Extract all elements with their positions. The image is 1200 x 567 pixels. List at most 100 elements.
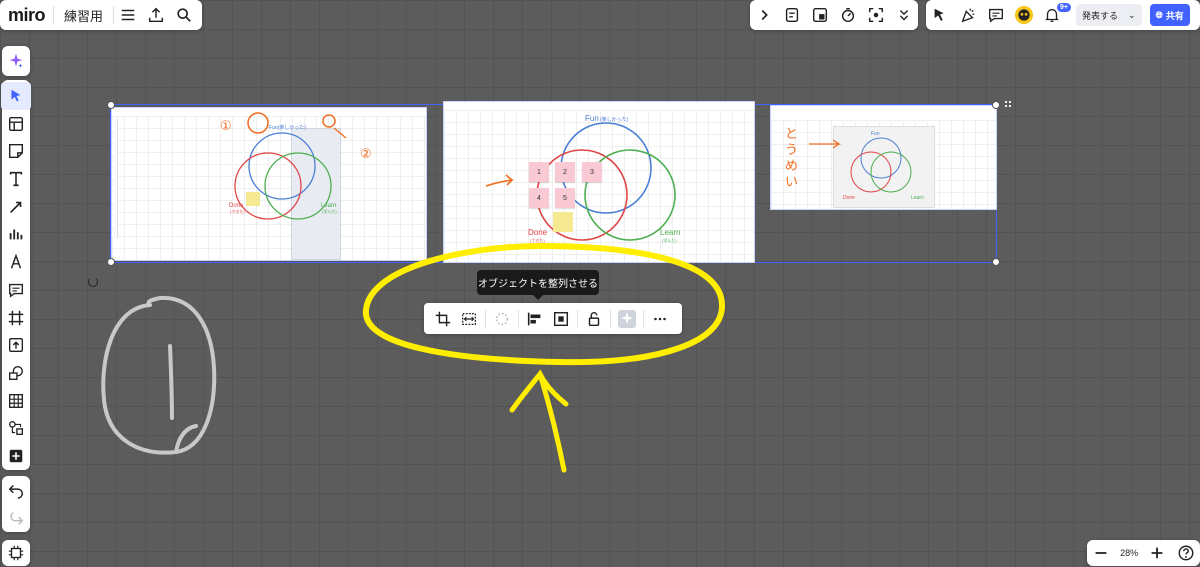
resize-handle[interactable] — [992, 258, 1000, 266]
done-sub-label: (できた) — [230, 209, 245, 214]
zoom-panel: 28% — [1087, 540, 1200, 566]
context-toolbar — [424, 303, 682, 334]
board-frame-2[interactable]: Fun (楽しかった) 1 2 3 4 5 Done (できた) Learn (… — [443, 101, 755, 263]
gray-circle-annotation — [101, 295, 217, 455]
search-icon[interactable] — [170, 1, 198, 29]
sticky-note[interactable]: 1 — [529, 162, 549, 182]
more-icon[interactable] — [647, 305, 673, 333]
yellow-arrow-annotation — [509, 369, 569, 473]
focus-icon[interactable] — [862, 1, 890, 29]
frames-panel — [2, 540, 30, 566]
select-tool-icon[interactable] — [1, 82, 31, 110]
sticky-note[interactable]: 3 — [582, 162, 602, 182]
frame-icon[interactable] — [806, 1, 834, 29]
text-icon[interactable] — [1, 165, 31, 193]
done-label: Done — [528, 228, 548, 237]
fun-label: Fun(楽しかった) — [269, 125, 306, 131]
left-toolbar — [1, 80, 31, 470]
cursor-icon[interactable] — [926, 1, 954, 29]
connector-icon[interactable] — [1, 193, 31, 221]
fit-icon[interactable] — [456, 305, 482, 333]
sticky-note[interactable]: 4 — [529, 188, 549, 208]
celebrate-icon[interactable] — [954, 1, 982, 29]
learn-label: Learn — [660, 228, 681, 237]
fun-sub-label: (楽しかった) — [600, 117, 629, 123]
chevron-down-icon[interactable] — [890, 1, 918, 29]
help-icon[interactable] — [1176, 539, 1196, 567]
align-tooltip: オブジェクトを整列させる — [477, 270, 599, 300]
table-icon[interactable] — [1, 387, 31, 415]
annotation-1: ① — [220, 118, 232, 133]
zoom-out-icon[interactable] — [1091, 539, 1111, 567]
timer-icon[interactable] — [834, 1, 862, 29]
upload-icon[interactable] — [142, 1, 170, 29]
avatar[interactable] — [1015, 6, 1033, 24]
ai-sparkle-icon[interactable] — [1, 47, 31, 75]
spinner-icon[interactable] — [489, 305, 515, 333]
resize-handle[interactable] — [107, 101, 115, 109]
annotation-layer — [101, 242, 726, 473]
venn-diagram — [809, 137, 912, 193]
header-tools — [750, 0, 918, 30]
history-panel — [2, 476, 30, 532]
crop-icon[interactable] — [430, 305, 456, 333]
comment-icon[interactable] — [1, 276, 31, 304]
zoom-level[interactable]: 28% — [1120, 548, 1138, 558]
arrange-icon[interactable] — [548, 305, 574, 333]
venn-diagram — [485, 122, 676, 241]
header-left: miro 練習用 — [0, 0, 202, 30]
present-button[interactable]: 発表する ⌄ — [1076, 4, 1142, 26]
share-label: 共有 — [1165, 10, 1184, 21]
done-label: Done — [843, 195, 855, 201]
chevron-down-icon[interactable]: ⌄ — [1128, 10, 1136, 21]
learn-label: Learn — [911, 195, 924, 201]
pen-icon[interactable] — [1, 248, 31, 276]
divider — [577, 309, 578, 328]
apps-icon[interactable] — [778, 1, 806, 29]
fun-label: Fun — [585, 114, 599, 123]
handwritten-note: とうめい — [785, 126, 799, 189]
divider — [485, 309, 486, 328]
sticky-note-icon[interactable] — [1, 137, 31, 165]
board-frame-3[interactable]: Fun Done Learn とうめい — [770, 105, 997, 210]
board-name[interactable]: 練習用 — [54, 6, 113, 25]
divider — [518, 309, 519, 328]
chevron-right-icon[interactable] — [750, 1, 778, 29]
globe-icon: 🌐︎ — [1155, 9, 1163, 20]
fun-label: Fun — [871, 131, 880, 137]
grid-handle-icon[interactable] — [1004, 100, 1012, 108]
annotation-2: ② — [360, 146, 372, 161]
done-sub-label: (できた) — [530, 238, 545, 243]
divider — [610, 309, 611, 328]
share-button[interactable]: 🌐︎ 共有 — [1149, 4, 1190, 26]
zoom-in-icon[interactable] — [1147, 539, 1167, 567]
resize-handle[interactable] — [107, 258, 115, 266]
present-label: 発表する — [1082, 10, 1119, 21]
templates-icon[interactable] — [1, 110, 31, 138]
learn-sub-label: (学んだ) — [322, 209, 337, 214]
rotate-handle-icon[interactable] — [88, 277, 98, 287]
align-icon[interactable] — [522, 305, 548, 333]
comment-icon[interactable] — [982, 1, 1010, 29]
chart-icon[interactable] — [1, 221, 31, 249]
gray-number-one-annotation — [168, 344, 198, 454]
ai-panel — [2, 46, 30, 76]
ai-icon[interactable] — [614, 305, 640, 333]
undo-icon[interactable] — [1, 476, 31, 504]
add-icon[interactable] — [1, 442, 31, 470]
diagram-icon[interactable] — [1, 415, 31, 443]
lock-icon[interactable] — [581, 305, 607, 333]
redo-icon[interactable] — [1, 504, 31, 532]
frame-tool-icon[interactable] — [1, 304, 31, 332]
learn-sub-label: (学んだ) — [662, 238, 677, 243]
divider — [643, 309, 644, 328]
shapes-icon[interactable] — [1, 359, 31, 387]
frames-list-icon[interactable] — [1, 540, 31, 566]
resize-handle[interactable] — [992, 101, 1000, 109]
sticky-note[interactable]: 2 — [555, 162, 575, 182]
upload-icon[interactable] — [1, 331, 31, 359]
board-frame-1[interactable]: Fun(楽しかった) Done (できた) Learn (学んだ) ① ② — [111, 107, 427, 261]
menu-icon[interactable] — [114, 1, 142, 29]
sticky-note[interactable]: 5 — [555, 188, 575, 208]
miro-logo[interactable]: miro — [0, 5, 53, 26]
